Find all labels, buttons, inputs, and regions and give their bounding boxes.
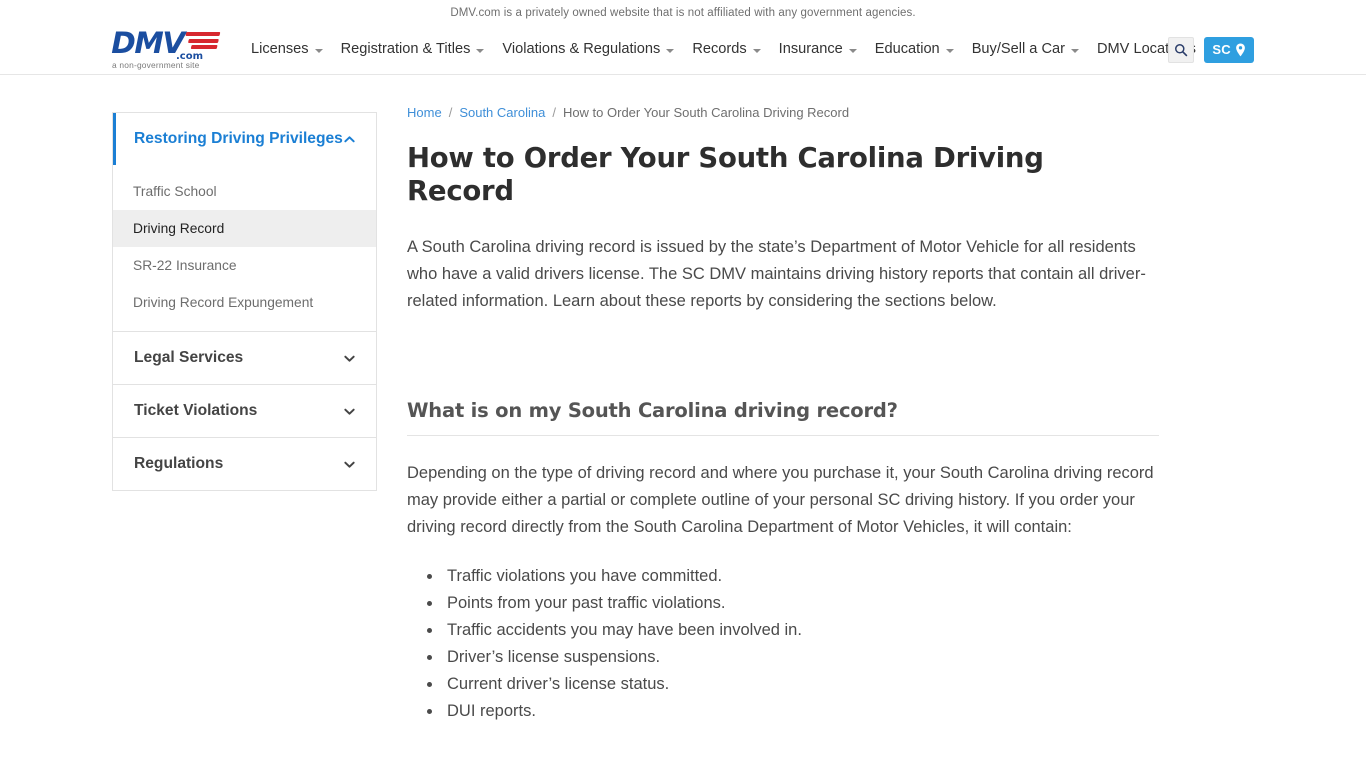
chevron-down-icon: [343, 352, 356, 365]
sidebar-item-driving-record-expungement[interactable]: Driving Record Expungement: [113, 284, 376, 321]
chevron-down-icon: [848, 48, 857, 53]
list-item: DUI reports.: [443, 698, 1159, 725]
sidebar-group-restoring-driving-privileges: Restoring Driving Privileges Traffic Sch…: [113, 113, 376, 332]
chevron-down-icon: [752, 48, 761, 53]
section-heading: What is on my South Carolina driving rec…: [407, 399, 1159, 436]
sidebar-item-driving-record[interactable]: Driving Record: [113, 210, 376, 247]
breadcrumb-link-south-carolina[interactable]: South Carolina: [459, 105, 545, 120]
sidebar-group-legal-services: Legal Services: [113, 332, 376, 385]
breadcrumb-separator: /: [448, 105, 453, 120]
chevron-down-icon: [314, 48, 323, 53]
search-button[interactable]: [1168, 36, 1195, 63]
record-contents-list: Traffic violations you have committed. P…: [443, 563, 1159, 725]
sidebar-group-title: Restoring Driving Privileges: [134, 130, 343, 147]
site-header: DMV .com a non-government site Licenses …: [0, 25, 1366, 75]
sidebar-item-traffic-school[interactable]: Traffic School: [113, 173, 376, 210]
header-actions: SC: [1168, 25, 1254, 74]
sidebar-group-header-restoring-driving-privileges[interactable]: Restoring Driving Privileges: [113, 113, 376, 165]
nav-item-records[interactable]: Records: [683, 42, 769, 57]
nav-label: Records: [692, 41, 747, 58]
chevron-up-icon: [343, 133, 356, 146]
nav-label: Insurance: [778, 41, 843, 58]
nav-item-registration-titles[interactable]: Registration & Titles: [332, 42, 494, 57]
intro-paragraph: A South Carolina driving record is issue…: [407, 238, 1146, 310]
disclaimer-text: DMV.com is a privately owned website tha…: [450, 6, 916, 19]
list-item: Points from your past traffic violations…: [443, 590, 1159, 617]
breadcrumb-current-page: How to Order Your South Carolina Driving…: [562, 105, 850, 120]
breadcrumb: Home / South Carolina / How to Order You…: [407, 105, 1159, 120]
breadcrumb-separator: /: [552, 105, 556, 120]
sidebar-group-header-ticket-violations[interactable]: Ticket Violations: [113, 385, 376, 437]
nav-item-education[interactable]: Education: [866, 42, 963, 57]
nav-item-violations-regulations[interactable]: Violations & Regulations: [493, 42, 683, 57]
list-item: Traffic violations you have committed.: [443, 563, 1159, 590]
main-content: Home / South Carolina / How to Order You…: [407, 105, 1159, 725]
state-selector-button[interactable]: SC: [1204, 36, 1254, 63]
page-title: How to Order Your South Carolina Driving…: [407, 142, 1044, 207]
logo-wordmark: DMV: [111, 25, 185, 60]
sidebar-group-ticket-violations: Ticket Violations: [113, 385, 376, 438]
site-logo[interactable]: DMV .com a non-government site: [111, 25, 221, 71]
state-selector-label: SC: [1212, 42, 1231, 57]
chevron-down-icon: [476, 48, 485, 53]
main-navigation: Licenses Registration & Titles Violation…: [242, 25, 1205, 74]
chevron-down-icon: [343, 458, 356, 471]
sidebar-navigation: Restoring Driving Privileges Traffic Sch…: [112, 112, 377, 491]
nav-item-insurance[interactable]: Insurance: [770, 42, 866, 57]
search-icon: [1175, 43, 1188, 56]
chevron-down-icon: [666, 48, 675, 53]
chevron-down-icon: [343, 405, 356, 418]
logo-tagline: a non-government site: [112, 59, 200, 70]
list-item: Traffic accidents you may have been invo…: [443, 617, 1159, 644]
sidebar-group-header-legal-services[interactable]: Legal Services: [113, 332, 376, 384]
nav-label: Licenses: [251, 41, 309, 58]
chevron-down-icon: [1070, 48, 1079, 53]
nav-label: Buy/Sell a Car: [971, 41, 1065, 58]
section-paragraph: Depending on the type of driving record …: [407, 464, 1154, 536]
list-item: Driver’s license suspensions.: [443, 644, 1159, 671]
page-container: Restoring Driving Privileges Traffic Sch…: [0, 75, 1366, 725]
breadcrumb-link-home[interactable]: Home: [407, 105, 442, 120]
nav-label: Violations & Regulations: [502, 41, 661, 58]
list-item: Current driver’s license status.: [443, 671, 1159, 698]
disclaimer-bar: DMV.com is a privately owned website tha…: [0, 0, 1366, 25]
sidebar-links-restoring-driving-privileges: Traffic School Driving Record SR-22 Insu…: [113, 165, 376, 331]
sidebar-group-regulations: Regulations: [113, 438, 376, 490]
location-pin-icon: [1236, 43, 1245, 56]
nav-label: Registration & Titles: [340, 41, 471, 58]
sidebar-group-header-regulations[interactable]: Regulations: [113, 438, 376, 490]
sidebar-group-title: Regulations: [134, 455, 224, 472]
chevron-down-icon: [945, 48, 954, 53]
nav-item-licenses[interactable]: Licenses: [242, 42, 332, 57]
nav-item-buy-sell-a-car[interactable]: Buy/Sell a Car: [963, 42, 1088, 57]
sidebar-group-title: Ticket Violations: [134, 402, 258, 419]
sidebar-item-sr-22-insurance[interactable]: SR-22 Insurance: [113, 247, 376, 284]
nav-label: Education: [874, 41, 940, 58]
sidebar-group-title: Legal Services: [134, 349, 244, 366]
